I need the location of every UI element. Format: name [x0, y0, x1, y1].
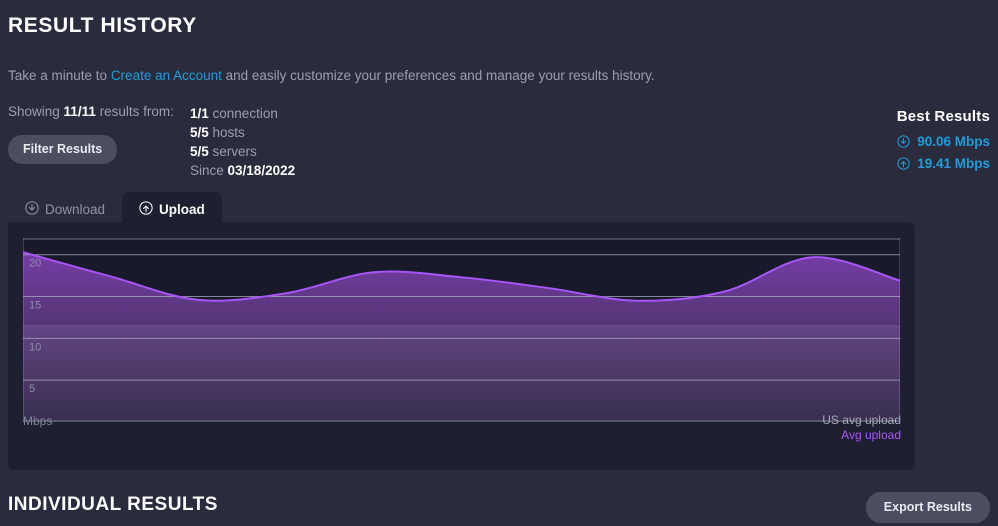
upload-history-chart-panel: 5 10 15 20 Mbps US avg upload Avg upload: [8, 222, 915, 470]
facet-list: 1/1 connection 5/5 hosts 5/5 servers Sin…: [190, 104, 295, 180]
legend-us-avg-upload: US avg upload: [822, 413, 901, 427]
chart-plot-area: 5 10 15 20: [23, 238, 900, 422]
svg-text:5: 5: [29, 383, 35, 395]
facet-hosts-value: 5/5: [190, 125, 209, 140]
download-circle-icon: [25, 201, 39, 218]
result-history-page: RESULT HISTORY Take a minute to Create a…: [0, 0, 998, 526]
best-results: Best Results 90.06 Mbps 19.41 Mbps: [897, 108, 990, 178]
best-download-row: 90.06 Mbps: [897, 134, 990, 151]
svg-text:15: 15: [29, 300, 41, 312]
facet-connections: 1/1 connection: [190, 104, 295, 123]
facet-connections-value: 1/1: [190, 106, 209, 121]
best-upload-row: 19.41 Mbps: [897, 156, 990, 173]
facet-connections-label: connection: [208, 106, 278, 121]
best-results-title: Best Results: [896, 108, 990, 125]
upload-area-chart: 5 10 15 20: [23, 238, 900, 422]
intro-text: Take a minute to Create an Account and e…: [8, 68, 655, 83]
upload-circle-icon: [139, 201, 153, 218]
tab-download-label: Download: [45, 202, 106, 217]
page-title: RESULT HISTORY: [8, 14, 197, 37]
intro-text-after: and easily customize your preferences an…: [221, 68, 655, 83]
best-upload-value: 19.41 Mbps: [917, 156, 990, 171]
facet-hosts: 5/5 hosts: [190, 123, 295, 142]
facet-since-value: 03/18/2022: [227, 163, 296, 178]
create-account-link[interactable]: Create an Account: [111, 68, 222, 83]
filter-results-button[interactable]: Filter Results: [8, 135, 118, 164]
facet-servers-value: 5/5: [190, 144, 209, 159]
tab-upload-label: Upload: [159, 202, 205, 217]
facet-since: Since 03/18/2022: [190, 161, 295, 180]
facet-since-label: Since: [190, 163, 228, 178]
facet-servers: 5/5 servers: [190, 142, 295, 161]
legend-avg-upload: Avg upload: [841, 428, 901, 442]
facet-hosts-label: hosts: [208, 125, 245, 140]
showing-prefix: Showing: [8, 104, 64, 119]
showing-suffix: results from:: [95, 104, 174, 119]
intro-text-before: Take a minute to: [8, 68, 111, 83]
facet-servers-label: servers: [208, 144, 257, 159]
svg-text:10: 10: [29, 341, 41, 353]
download-circle-icon: [897, 135, 914, 151]
showing-count: 11/11: [63, 104, 96, 119]
best-download-value: 90.06 Mbps: [917, 134, 990, 149]
y-axis-unit-label: Mbps: [23, 414, 53, 428]
upload-circle-icon: [897, 157, 914, 173]
svg-text:20: 20: [29, 258, 41, 270]
export-results-button[interactable]: Export Results: [865, 492, 990, 523]
showing-summary: Showing 11/11 results from:: [8, 104, 174, 119]
chart-legend: US avg upload Avg upload: [822, 413, 901, 443]
individual-results-title: INDIVIDUAL RESULTS: [8, 494, 218, 515]
